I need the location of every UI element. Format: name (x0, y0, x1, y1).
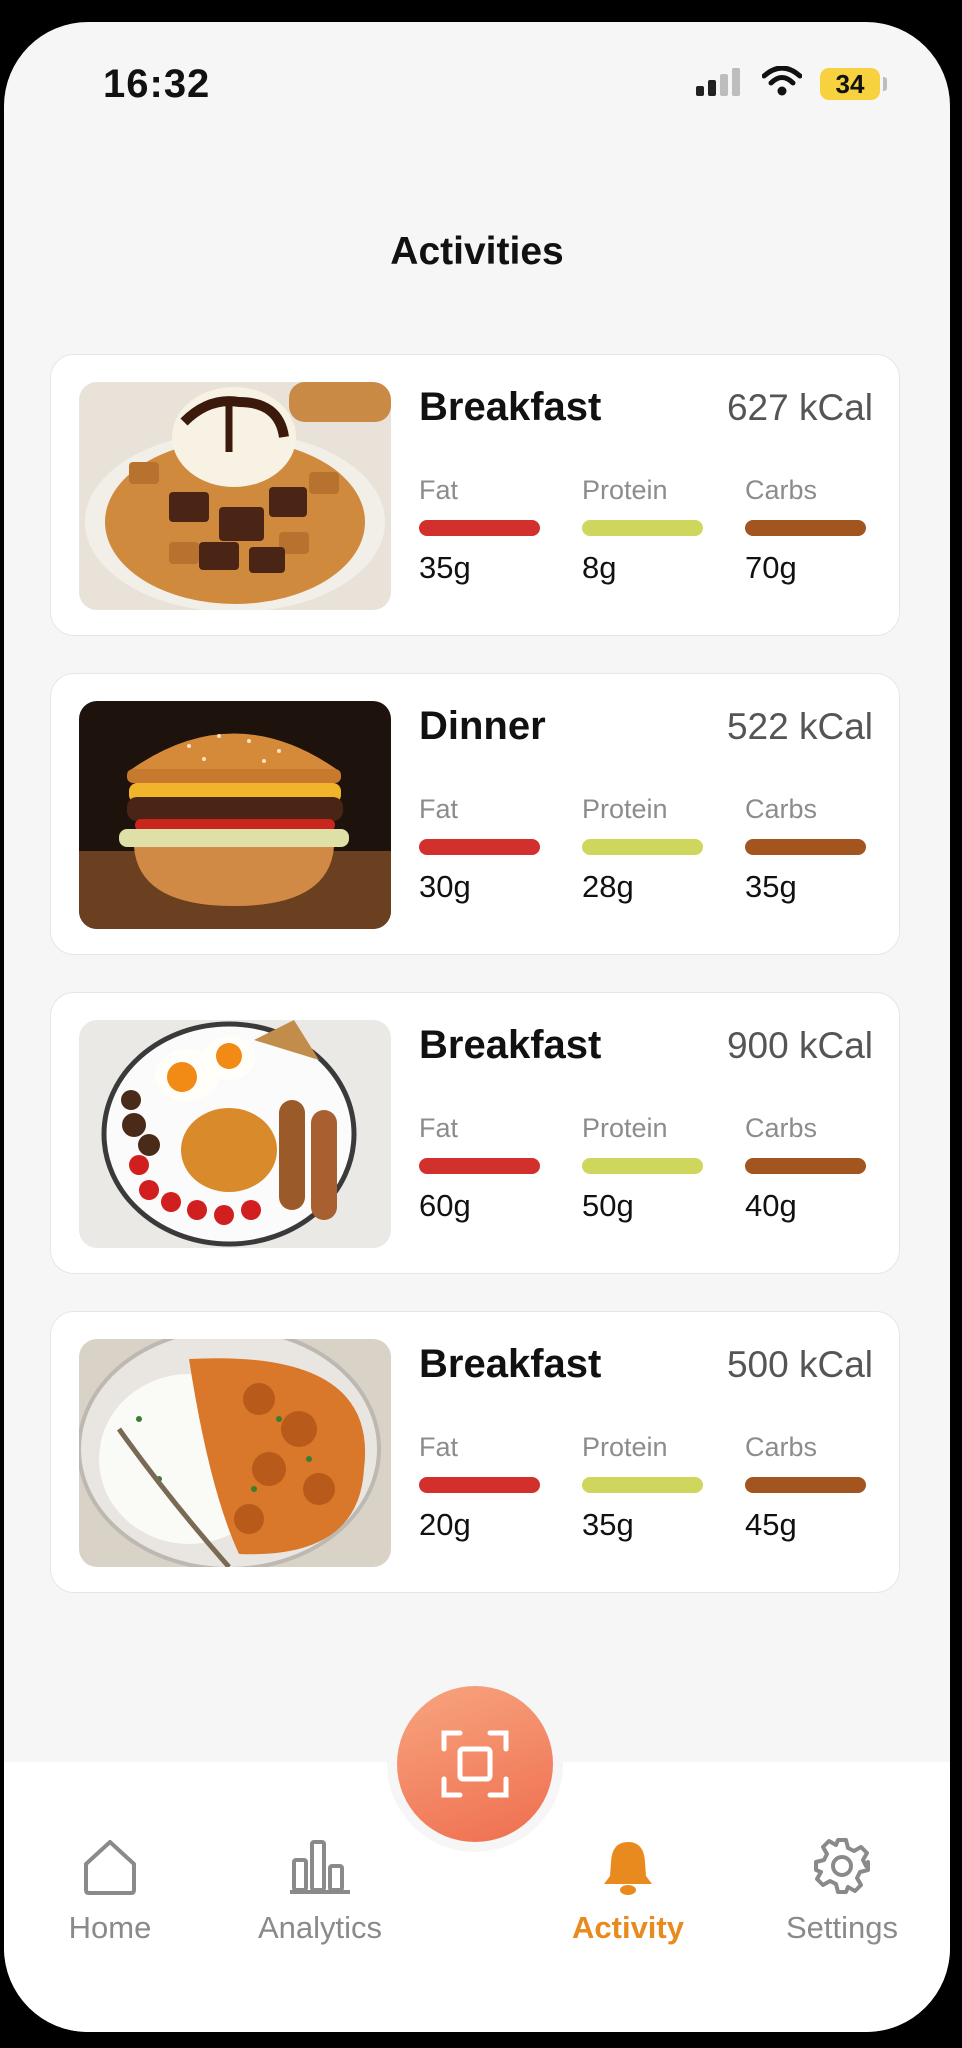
carbs-label: Carbs (745, 1432, 818, 1462)
meal-name: Breakfast (419, 385, 602, 429)
carbs-bar (745, 1158, 866, 1174)
fat-macro: Fat 20g (419, 1432, 543, 1543)
protein-bar (582, 1477, 703, 1493)
analytics-icon (290, 1840, 350, 1894)
tab-settings-label: Settings (785, 1910, 898, 1945)
protein-value: 35g (582, 1507, 634, 1542)
scan-button[interactable] (397, 1686, 553, 1842)
protein-macro: Protein 35g (582, 1432, 706, 1543)
fat-macro: Fat 30g (419, 794, 543, 905)
carbs-value: 40g (745, 1188, 797, 1223)
fat-bar (419, 1477, 540, 1493)
phone-screen: 16:32 34 Activities Breakfast 627 kCal F… (4, 22, 950, 2032)
fat-label: Fat (419, 1113, 459, 1143)
tab-home[interactable]: Home (20, 1832, 200, 1946)
meal-name: Breakfast (419, 1023, 602, 1067)
fat-value: 60g (419, 1188, 471, 1223)
gear-icon (814, 1838, 870, 1894)
protein-bar (582, 520, 703, 536)
protein-macro: Protein 28g (582, 794, 706, 905)
burger-photo (79, 701, 391, 929)
fat-bar (419, 1158, 540, 1174)
battery-cap (883, 77, 887, 91)
tab-settings[interactable]: Settings (752, 1832, 932, 1946)
fat-bar (419, 520, 540, 536)
protein-label: Protein (582, 475, 668, 505)
calories: 500 kCal (726, 1344, 873, 1385)
fat-value: 20g (419, 1507, 471, 1542)
wifi-icon (762, 66, 802, 96)
activity-card[interactable]: Dinner 522 kCal Fat 30g Protein 28g Carb… (50, 673, 900, 955)
protein-macro: Protein 8g (582, 475, 706, 586)
tab-analytics-label: Analytics (257, 1910, 383, 1945)
calories: 900 kCal (726, 1025, 873, 1066)
protein-macro: Protein 50g (582, 1113, 706, 1224)
carbs-macro: Carbs 45g (745, 1432, 869, 1543)
scan-icon (441, 1730, 509, 1798)
protein-label: Protein (582, 1432, 668, 1462)
tab-activity[interactable]: Activity (538, 1832, 718, 1946)
page-title: Activities (390, 230, 564, 273)
protein-label: Protein (582, 794, 668, 824)
carbs-bar (745, 839, 866, 855)
status-time: 16:32 (103, 62, 211, 106)
tab-activity-label: Activity (572, 1910, 684, 1945)
battery-indicator: 34 (820, 68, 880, 100)
status-bar: 16:32 34 (4, 22, 950, 142)
carbs-macro: Carbs 40g (745, 1113, 869, 1224)
carbs-macro: Carbs 70g (745, 475, 869, 586)
bell-icon (604, 1842, 652, 1895)
calories: 627 kCal (726, 387, 873, 428)
protein-bar (582, 839, 703, 855)
meal-name: Breakfast (419, 1342, 602, 1386)
carbs-label: Carbs (745, 794, 818, 824)
tab-analytics[interactable]: Analytics (230, 1832, 410, 1946)
fat-label: Fat (419, 475, 459, 505)
fat-bar (419, 839, 540, 855)
fat-macro: Fat 35g (419, 475, 543, 586)
activity-card[interactable]: Breakfast 500 kCal Fat 20g Protein 35g C… (50, 1311, 900, 1593)
carbs-macro: Carbs 35g (745, 794, 869, 905)
full-english-breakfast-photo (79, 1020, 391, 1248)
home-icon (84, 1840, 136, 1895)
protein-value: 50g (582, 1188, 634, 1223)
activity-card[interactable]: Breakfast 900 kCal Fat 60g Protein 50g C… (50, 992, 900, 1274)
cellular-signal-icon (696, 68, 740, 96)
carbs-value: 35g (745, 869, 797, 904)
calories: 522 kCal (726, 706, 873, 747)
carbs-bar (745, 520, 866, 536)
protein-value: 28g (582, 869, 634, 904)
carbs-label: Carbs (745, 1113, 818, 1143)
protein-value: 8g (582, 550, 617, 585)
fat-value: 30g (419, 869, 471, 904)
fat-macro: Fat 60g (419, 1113, 543, 1224)
protein-label: Protein (582, 1113, 668, 1143)
carbs-label: Carbs (745, 475, 818, 505)
activity-card[interactable]: Breakfast 627 kCal Fat 35g Protein 8g Ca… (50, 354, 900, 636)
tab-home-label: Home (68, 1910, 152, 1945)
carbs-value: 45g (745, 1507, 797, 1542)
meal-name: Dinner (419, 704, 546, 748)
waffle-ice-cream-photo (79, 382, 391, 610)
fat-value: 35g (419, 550, 471, 585)
protein-bar (582, 1158, 703, 1174)
carbs-bar (745, 1477, 866, 1493)
carbs-value: 70g (745, 550, 797, 585)
fat-label: Fat (419, 794, 459, 824)
fat-label: Fat (419, 1432, 459, 1462)
curry-rice-photo (79, 1339, 391, 1567)
